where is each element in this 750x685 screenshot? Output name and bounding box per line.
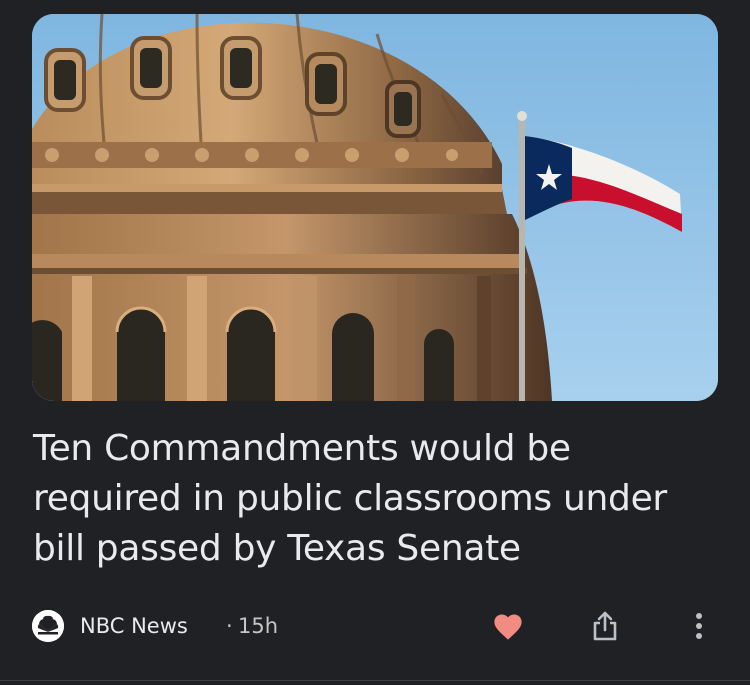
meta-separator: · — [226, 614, 233, 638]
heart-icon — [494, 614, 522, 640]
article-headline[interactable]: Ten Commandments would be required in pu… — [33, 424, 723, 574]
more-vert-icon — [696, 613, 702, 639]
card-divider — [0, 680, 750, 681]
article-image[interactable] — [32, 14, 718, 401]
capitol-flag-illustration — [32, 14, 718, 401]
share-button[interactable] — [583, 604, 627, 648]
like-button[interactable] — [486, 604, 530, 648]
source-name[interactable]: NBC News — [80, 614, 188, 638]
nbc-peacock-icon[interactable] — [32, 610, 64, 642]
more-options-button[interactable] — [677, 604, 721, 648]
article-meta: NBC News · 15h — [32, 600, 722, 652]
news-card[interactable]: Ten Commandments would be required in pu… — [0, 0, 750, 685]
share-icon — [593, 611, 617, 641]
article-age: 15h — [238, 614, 279, 638]
